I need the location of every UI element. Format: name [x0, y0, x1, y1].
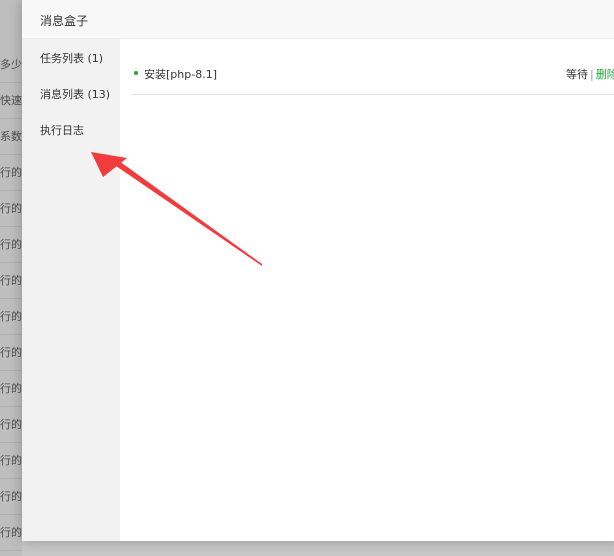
tab-task-list[interactable]: 任务列表 (1) [22, 39, 120, 75]
tab-label: 任务列表 (1) [40, 52, 104, 65]
status-dot-icon [134, 71, 138, 75]
delete-task-link[interactable]: 删除 [596, 68, 614, 81]
tab-execution-log[interactable]: 执行日志 [22, 111, 120, 147]
dialog-header: 消息盒子 [22, 0, 614, 39]
task-row: 安装[php-8.1] 等待 | 删除 [132, 56, 614, 95]
tab-label: 消息列表 (13) [40, 88, 111, 101]
tab-message-list[interactable]: 消息列表 (13) [22, 75, 120, 111]
task-name: 安装[php-8.1] [144, 68, 217, 81]
message-box-dialog: 消息盒子 任务列表 (1) 消息列表 (13) 执行日志 安装[php-8.1]… [22, 0, 614, 541]
task-list-panel: 安装[php-8.1] 等待 | 删除 [120, 39, 614, 541]
task-status: 等待 [566, 68, 588, 81]
task-actions: 等待 | 删除 [566, 66, 614, 82]
dialog-title: 消息盒子 [40, 14, 89, 28]
tab-label: 执行日志 [40, 124, 84, 137]
dialog-sidebar: 任务列表 (1) 消息列表 (13) 执行日志 [22, 39, 120, 541]
action-separator: | [590, 68, 594, 81]
